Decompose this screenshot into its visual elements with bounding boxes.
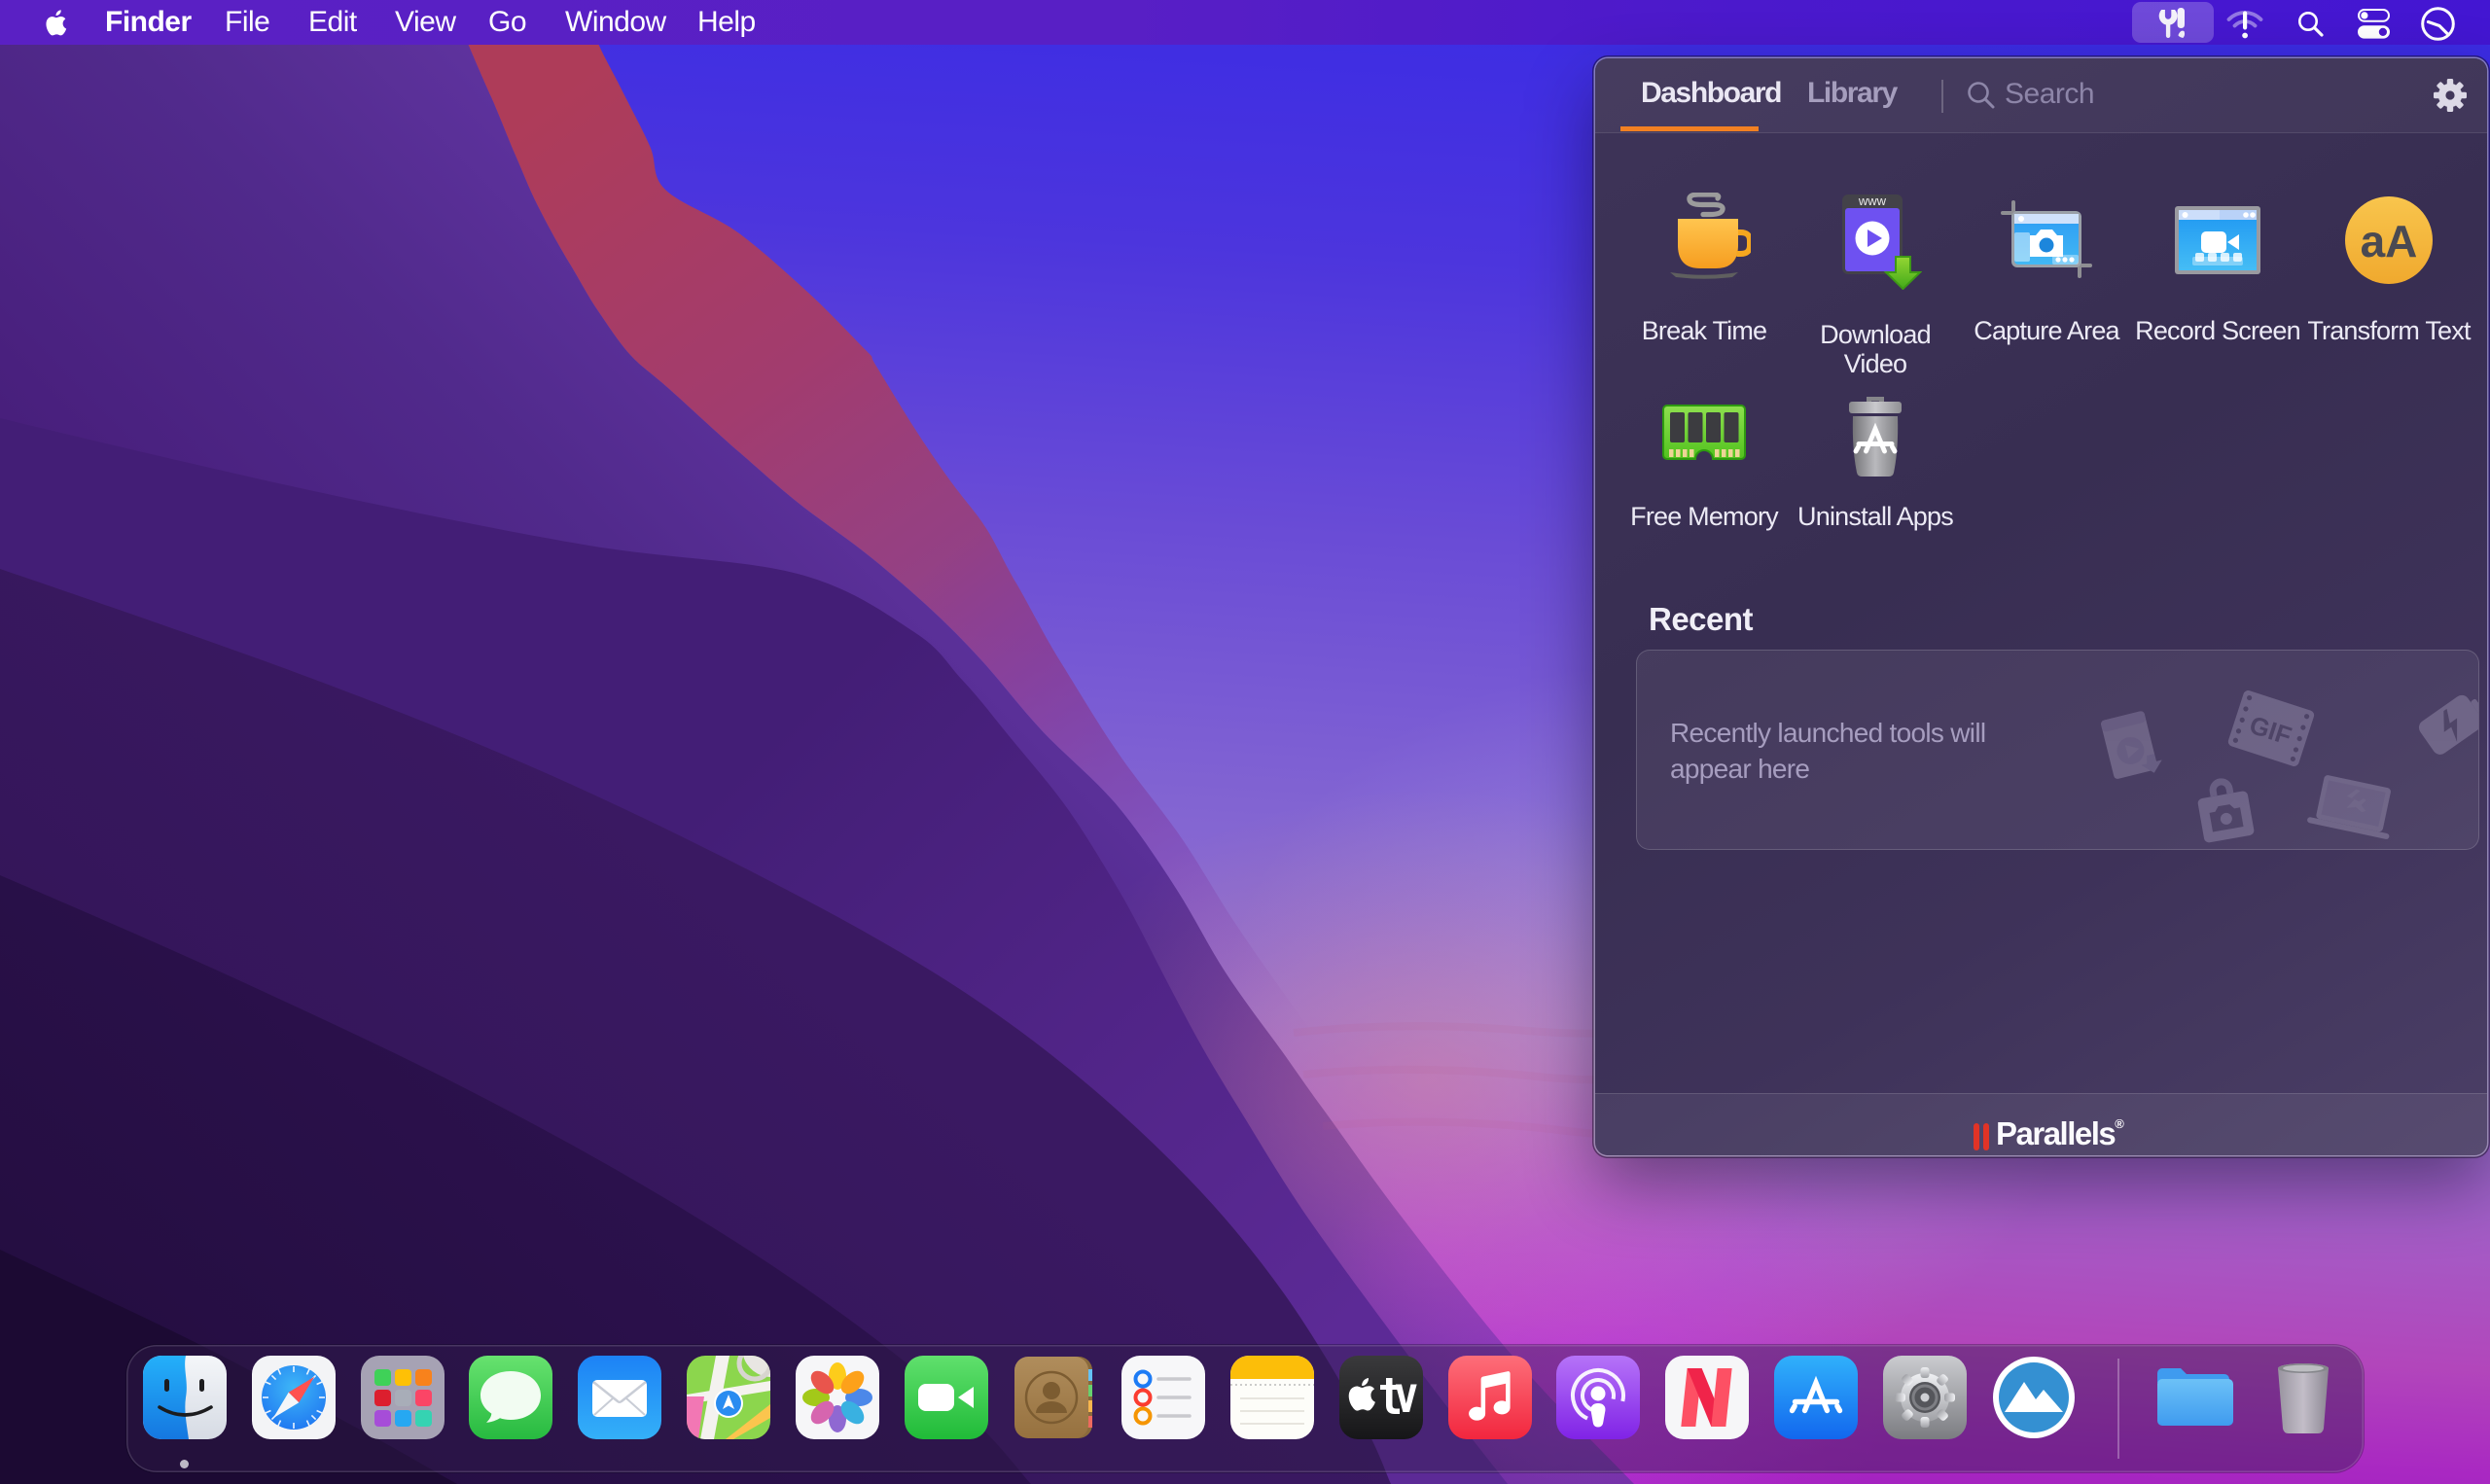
svg-text:www: www	[1858, 194, 1887, 208]
svg-text:aA: aA	[2361, 216, 2418, 266]
